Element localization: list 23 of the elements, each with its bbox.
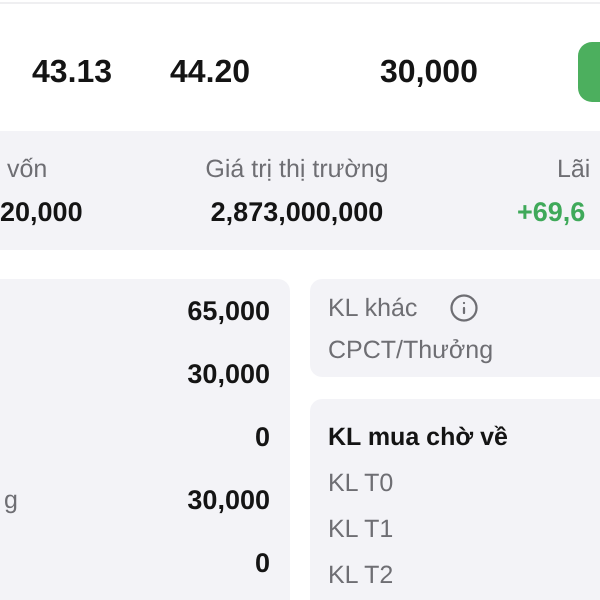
summary-label: Giá trị thị trường [205,154,389,184]
pending-buy-label: KL T0 [328,468,394,499]
info-icon[interactable] [449,293,480,323]
price-value: 30,000 [380,52,478,88]
pending-buy-title: KL mua chờ về [328,422,508,453]
price-value: 43.13 [32,52,112,88]
summary-value: 20,000 [0,196,83,228]
pending-buy-label: KL T1 [328,514,394,545]
volume-value: 0 [254,420,270,452]
summary-value: 2,873,000,000 [210,196,384,228]
pending-buy-label: KL T2 [328,560,394,591]
action-button[interactable] [578,42,600,102]
volume-value: 65,000 [187,294,270,326]
other-volume-title: KL khác [328,293,418,324]
volume-value: 30,000 [187,358,270,390]
volume-label: g [3,484,18,514]
price-value: 44.20 [170,52,250,88]
volume-value: 30,000 [187,484,270,516]
volume-value: 0 [254,546,270,578]
summary-value: +69,6 [516,196,586,228]
summary-label: vốn [6,154,48,184]
other-volume-subtitle: CPCT/Thưởng [328,335,494,366]
summary-label: Lãi [556,154,590,184]
